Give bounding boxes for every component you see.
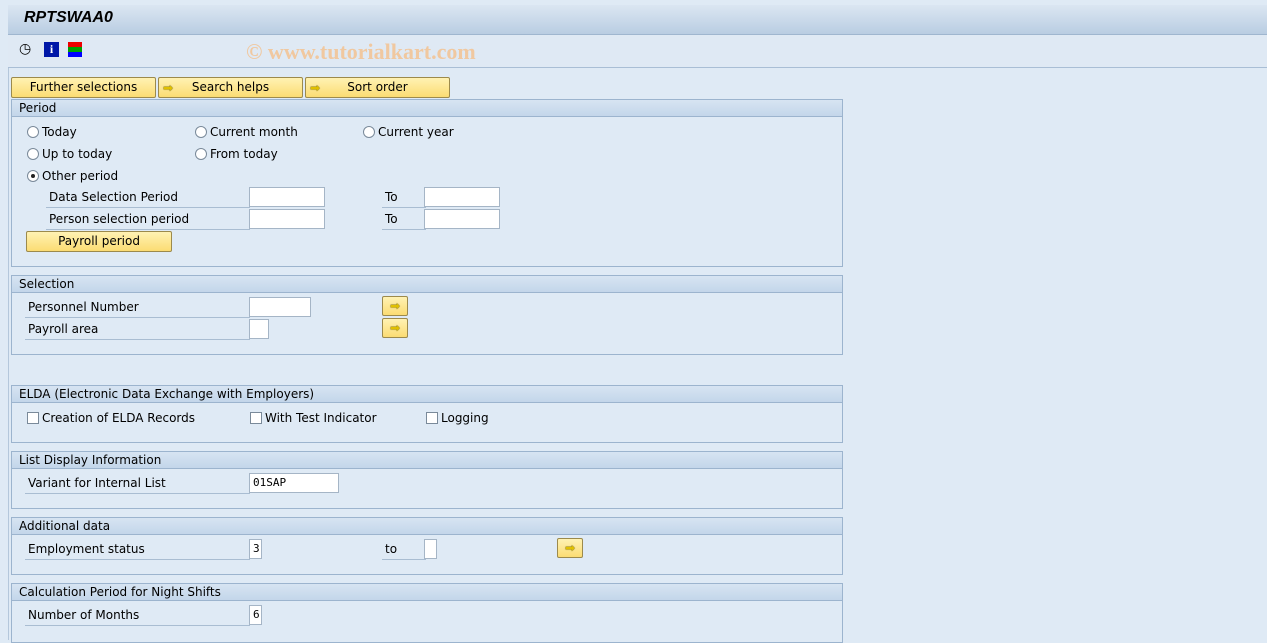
selection-group: Selection Personnel Number ➡ Payroll are… (11, 275, 843, 355)
period-header: Period (12, 100, 842, 117)
watermark: © www.tutorialkart.com (246, 39, 476, 64)
elda-group: ELDA (Electronic Data Exchange with Empl… (11, 385, 843, 443)
list-display-header: List Display Information (12, 452, 842, 469)
page-title: RPTSWAA0 (24, 9, 113, 26)
personnel-number-label: Personnel Number (25, 298, 250, 318)
multiple-selection-button[interactable]: ➡ (382, 296, 408, 316)
multiple-selection-button[interactable]: ➡ (557, 538, 583, 558)
logging-checkbox[interactable]: Logging (426, 410, 489, 426)
additional-data-header: Additional data (12, 518, 842, 535)
execute-clock-icon[interactable]: ◷ (19, 41, 31, 57)
variant-input[interactable]: 01SAP (249, 473, 339, 493)
payroll-period-button[interactable]: Payroll period (26, 231, 172, 252)
person-selection-period-label: Person selection period (46, 210, 250, 230)
employment-status-to-input[interactable] (424, 539, 437, 559)
arrow-right-icon: ➡ (310, 81, 321, 95)
radio-current-month[interactable]: Current month (195, 124, 298, 140)
arrow-right-icon: ➡ (389, 321, 401, 335)
to-label: To (382, 210, 426, 230)
employment-status-label: Employment status (25, 540, 250, 560)
person-selection-to-input[interactable] (424, 209, 500, 229)
multiple-selection-button[interactable]: ➡ (382, 318, 408, 338)
creation-elda-checkbox[interactable]: Creation of ELDA Records (27, 410, 195, 426)
arrow-right-icon: ➡ (163, 81, 174, 95)
elda-header: ELDA (Electronic Data Exchange with Empl… (12, 386, 842, 403)
sort-order-button[interactable]: ➡ Sort order (305, 77, 450, 98)
period-group: Period Today Current month Current year … (11, 99, 843, 267)
personnel-number-input[interactable] (249, 297, 311, 317)
selection-screen-icon[interactable] (68, 42, 82, 57)
to-label: to (382, 540, 426, 560)
variant-label: Variant for Internal List (25, 474, 250, 494)
payroll-area-input[interactable] (249, 319, 269, 339)
info-icon[interactable]: i (44, 42, 59, 57)
employment-status-from-input[interactable]: 3 (249, 539, 262, 559)
radio-current-year[interactable]: Current year (363, 124, 454, 140)
arrow-right-icon: ➡ (564, 541, 576, 555)
radio-other-period[interactable]: Other period (27, 168, 118, 184)
search-helps-button[interactable]: ➡ Search helps (158, 77, 303, 98)
night-shift-header: Calculation Period for Night Shifts (12, 584, 842, 601)
selection-header: Selection (12, 276, 842, 293)
list-display-group: List Display Information Variant for Int… (11, 451, 843, 509)
arrow-right-icon: ➡ (389, 299, 401, 313)
data-selection-to-input[interactable] (424, 187, 500, 207)
radio-from-today[interactable]: From today (195, 146, 278, 162)
radio-today[interactable]: Today (27, 124, 77, 140)
number-of-months-input[interactable]: 6 (249, 605, 262, 625)
person-selection-from-input[interactable] (249, 209, 325, 229)
further-selections-button[interactable]: Further selections (11, 77, 156, 98)
sort-order-label: Sort order (347, 80, 408, 94)
title-bar: RPTSWAA0 (8, 5, 1267, 35)
application-toolbar: ◷ i (8, 35, 1267, 68)
search-helps-label: Search helps (191, 80, 270, 94)
test-indicator-checkbox[interactable]: With Test Indicator (250, 410, 377, 426)
radio-up-to-today[interactable]: Up to today (27, 146, 112, 162)
night-shift-group: Calculation Period for Night Shifts Numb… (11, 583, 843, 643)
data-selection-period-label: Data Selection Period (46, 188, 250, 208)
window-border (8, 5, 9, 640)
number-of-months-label: Number of Months (25, 606, 250, 626)
payroll-area-label: Payroll area (25, 320, 250, 340)
data-selection-from-input[interactable] (249, 187, 325, 207)
additional-data-group: Additional data Employment status 3 to ➡ (11, 517, 843, 575)
to-label: To (382, 188, 426, 208)
